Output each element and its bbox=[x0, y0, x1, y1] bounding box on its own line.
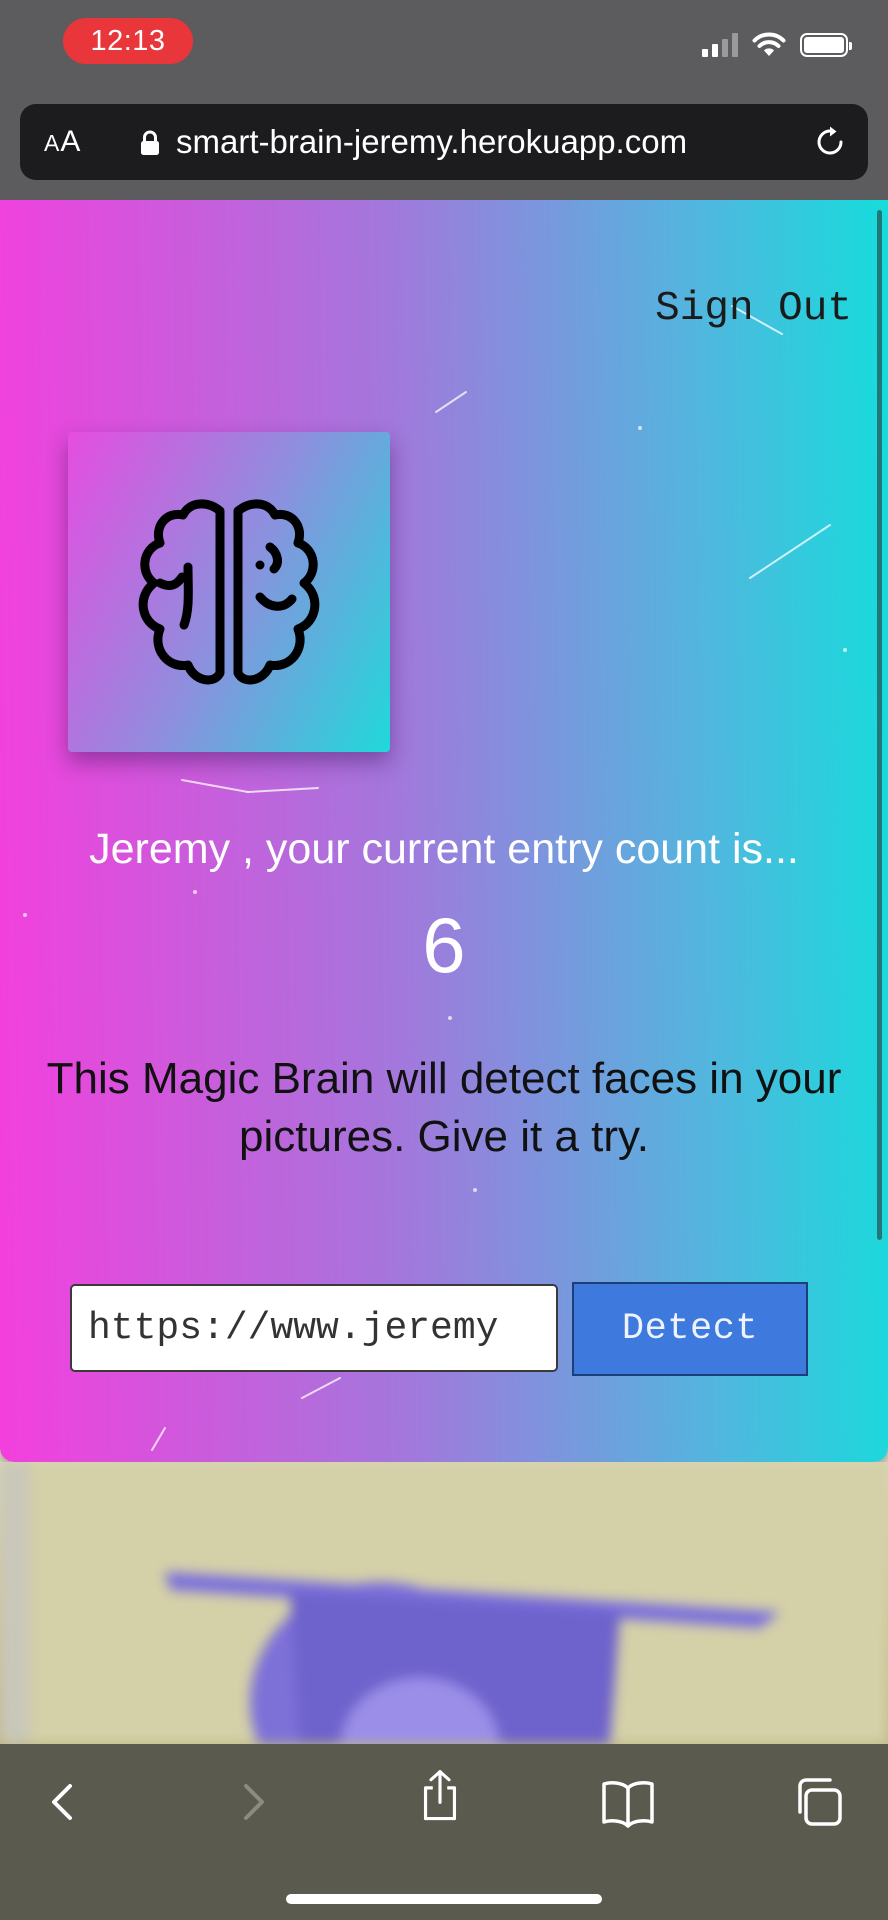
tabs-icon[interactable] bbox=[790, 1774, 846, 1830]
hero-section: Sign Out Jeremy , your current entry cou… bbox=[0, 200, 888, 1462]
wifi-icon bbox=[752, 32, 786, 56]
url-text[interactable]: smart-brain-jeremy.herokuapp.com bbox=[176, 104, 687, 180]
share-icon[interactable] bbox=[412, 1768, 468, 1824]
cellular-signal-icon bbox=[702, 33, 738, 57]
status-bar: 12:13 bbox=[0, 0, 888, 92]
brain-icon bbox=[138, 499, 320, 685]
graduation-cap-image bbox=[0, 1462, 888, 1744]
back-icon[interactable] bbox=[34, 1774, 90, 1830]
entry-count-message: Jeremy , your current entry count is... bbox=[89, 825, 799, 873]
entry-count-value: 6 bbox=[422, 901, 466, 989]
bookmarks-icon[interactable] bbox=[600, 1774, 656, 1830]
home-indicator[interactable] bbox=[286, 1894, 602, 1904]
lock-icon bbox=[141, 130, 159, 155]
app-logo[interactable] bbox=[68, 432, 390, 752]
text-size-small-label: A bbox=[44, 130, 61, 156]
result-image bbox=[0, 1462, 888, 1744]
web-page: Sign Out Jeremy , your current entry cou… bbox=[0, 200, 888, 1744]
sign-out-link[interactable]: Sign Out bbox=[655, 286, 852, 332]
address-bar[interactable]: AA smart-brain-jeremy.herokuapp.com bbox=[20, 104, 868, 180]
text-size-large-label: A bbox=[60, 125, 82, 158]
image-url-input[interactable] bbox=[70, 1284, 558, 1372]
forward-icon[interactable] bbox=[226, 1774, 282, 1830]
status-time[interactable]: 12:13 bbox=[63, 18, 193, 64]
tagline-text: This Magic Brain will detect faces in yo… bbox=[46, 1054, 842, 1161]
text-size-button[interactable]: AA bbox=[44, 104, 81, 180]
reload-icon[interactable] bbox=[812, 124, 848, 160]
scroll-indicator[interactable] bbox=[877, 210, 882, 1240]
status-icons bbox=[702, 30, 852, 60]
battery-icon bbox=[800, 33, 852, 57]
browser-chrome: AA smart-brain-jeremy.herokuapp.com bbox=[0, 92, 888, 200]
detect-button[interactable]: Detect bbox=[572, 1282, 808, 1376]
